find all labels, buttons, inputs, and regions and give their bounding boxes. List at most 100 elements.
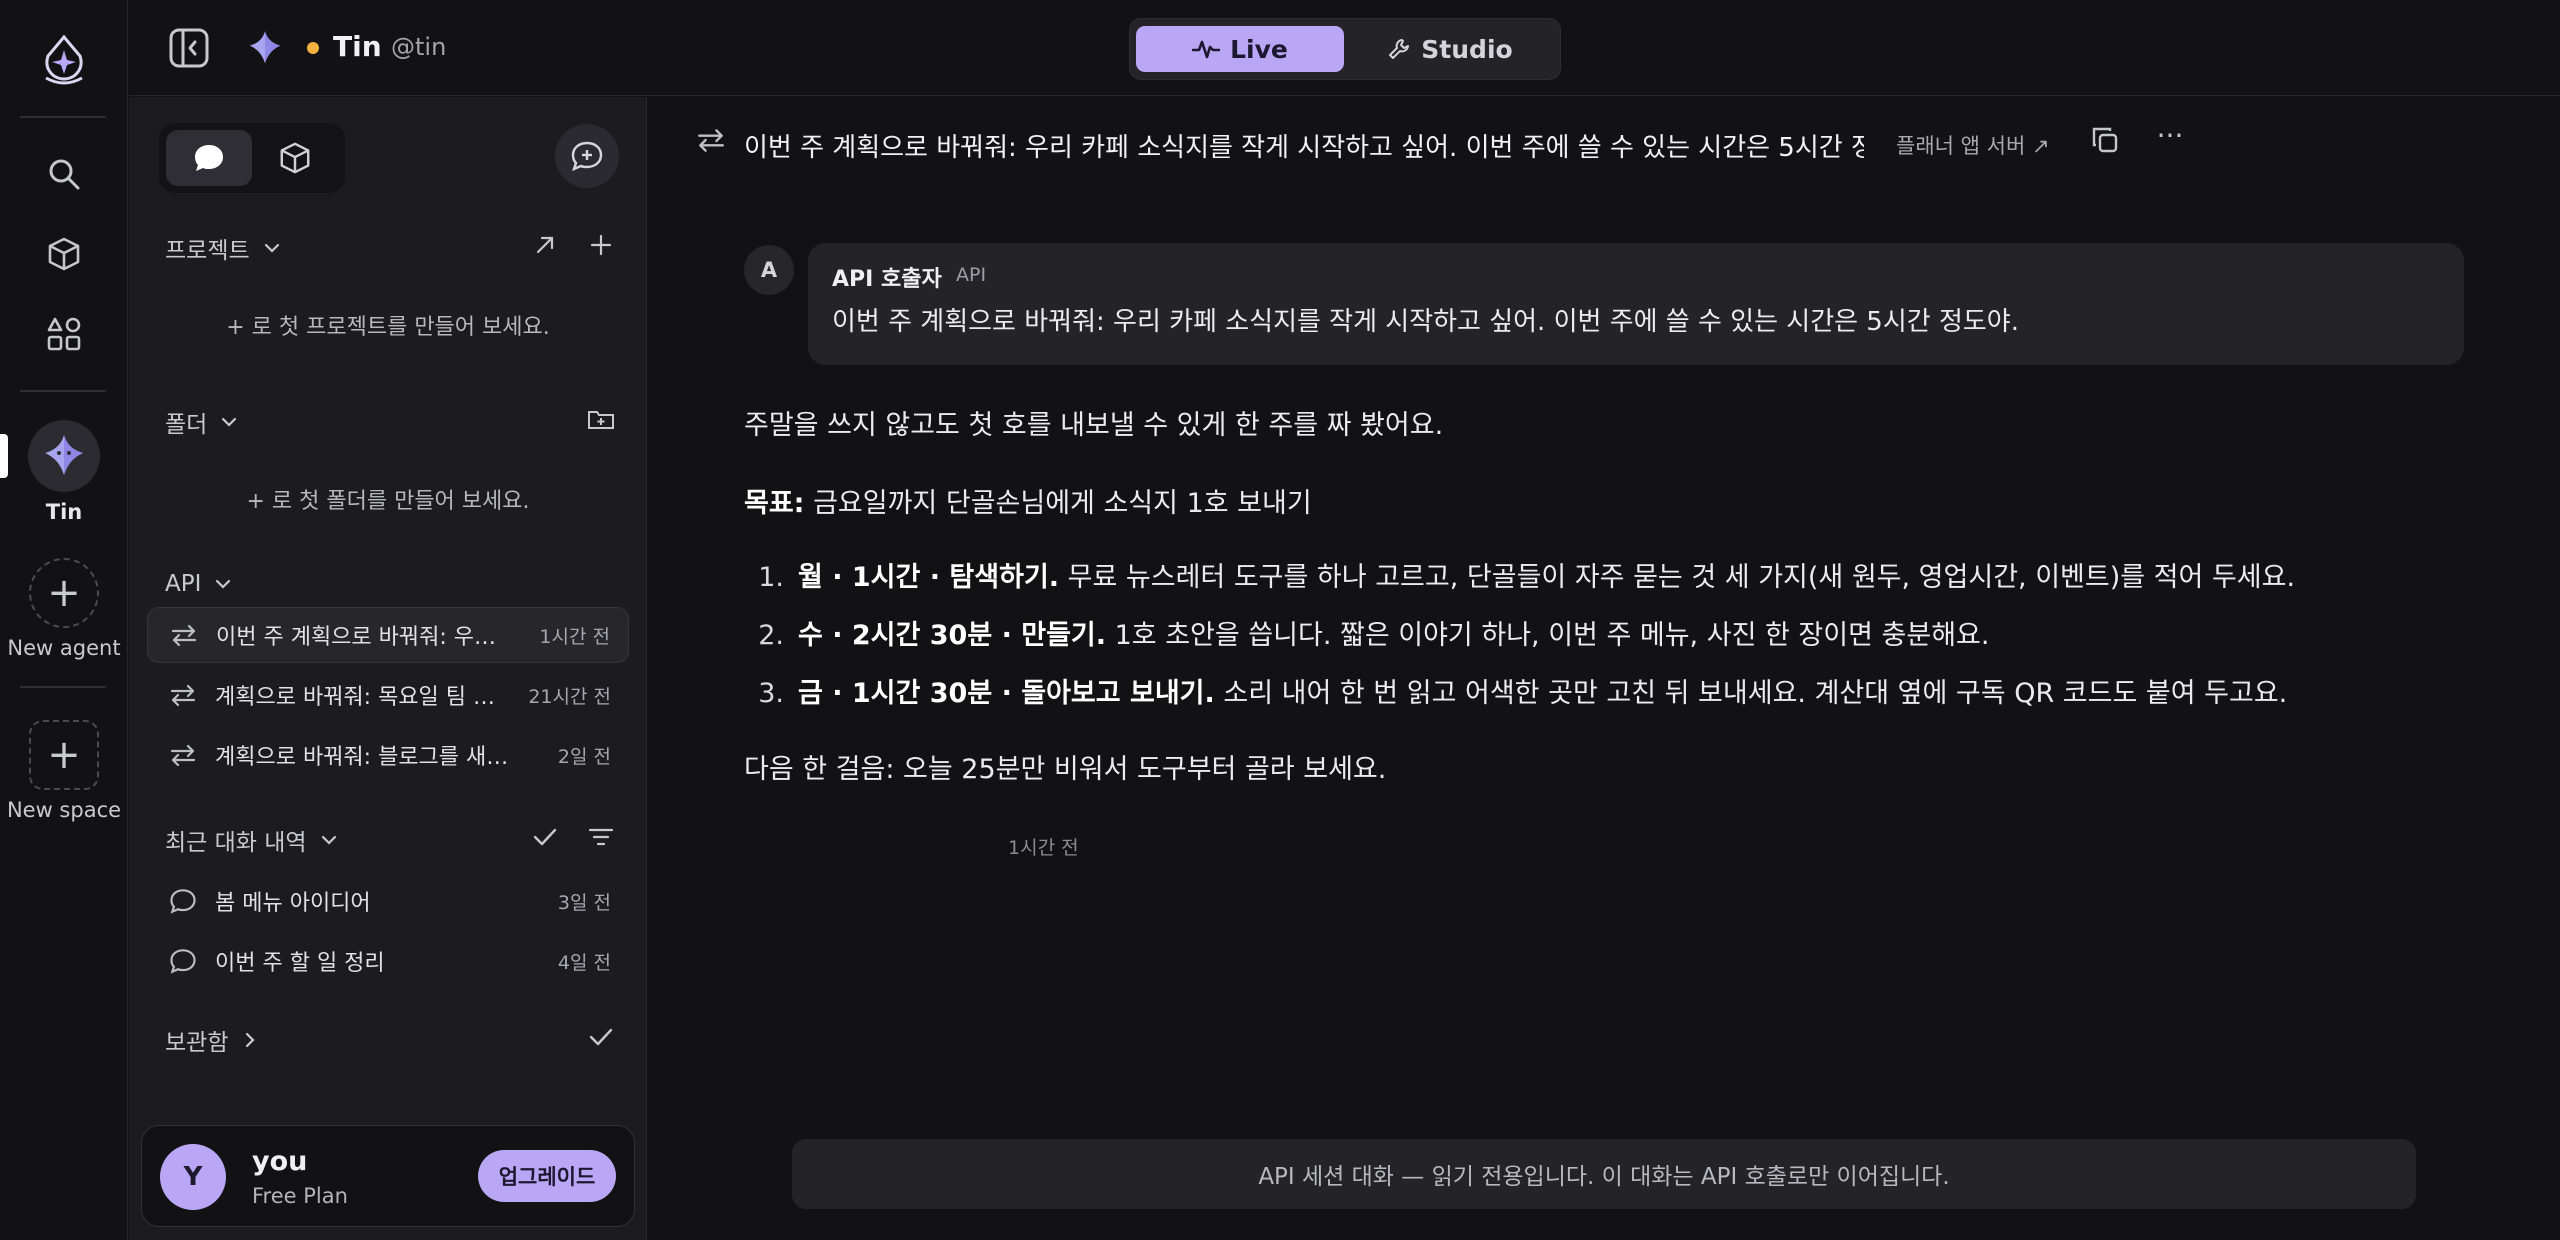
swap-icon <box>696 127 732 163</box>
api-header[interactable]: API <box>165 571 233 597</box>
mode-studio-label: Studio <box>1421 34 1513 64</box>
chevron-down-icon <box>219 412 239 432</box>
conversation-title: 이번 주 할 일 정리 <box>215 951 385 976</box>
filter-icon[interactable] <box>583 819 619 855</box>
step-number: 3. <box>758 678 784 709</box>
folders-empty-hint: + 로 첫 폴더를 만들어 보세요. <box>246 489 530 514</box>
cube-view-button[interactable] <box>252 130 338 186</box>
conversation-time: 1시간 전 <box>539 625 610 648</box>
plus-icon: + <box>47 732 81 778</box>
rail-divider <box>20 686 106 688</box>
step-text: 1호 초안을 씁니다. 짧은 이야기 하나, 이번 주 메뉴, 사진 한 장이면… <box>1106 620 1990 651</box>
sidebar-toggle-icon[interactable] <box>167 26 211 70</box>
chat-view-button[interactable] <box>166 130 252 186</box>
new-agent-label: New agent <box>7 636 121 660</box>
swap-icon <box>165 737 201 773</box>
app-logo-icon[interactable] <box>40 34 88 86</box>
message-body: 이번 주 계획으로 바꿔줘: 우리 카페 소식지를 작게 시작하고 싶어. 이번… <box>832 307 2019 337</box>
avatar: Y <box>160 1144 226 1210</box>
folders-header[interactable]: 폴더 <box>165 405 239 439</box>
sidebar: 프로젝트 + 로 첫 프로젝트를 만들어 보세요. 폴더 + 로 첫 폴더를 만… <box>129 97 647 1240</box>
agent-name: Tin <box>333 30 382 63</box>
recent-conversation-item[interactable]: 이번 주 할 일 정리 4일 전 <box>147 933 629 989</box>
step-head: 금 · 1시간 30분 · 돌아보고 보내기. <box>798 678 1215 709</box>
pulse-icon <box>1192 38 1221 60</box>
chevron-down-icon <box>319 830 339 850</box>
agent-avatar-tin[interactable] <box>28 420 100 492</box>
sidebar-view-toggle <box>159 123 345 193</box>
chevron-down-icon <box>262 238 282 258</box>
step-text: 소리 내어 한 번 읽고 어색한 곳만 고친 뒤 보내세요. 계산대 옆에 구독… <box>1214 678 2288 709</box>
copy-icon[interactable] <box>2090 125 2130 165</box>
reply-intro: 주말을 쓰지 않고도 첫 호를 내보낼 수 있게 한 주를 짜 봤어요. <box>744 410 1444 441</box>
user-card[interactable]: Y you Free Plan 업그레이드 <box>141 1125 635 1227</box>
apps-icon[interactable] <box>40 310 88 358</box>
conversation-time: 21시간 전 <box>528 685 611 708</box>
left-rail: Tin + New agent + New space <box>0 0 128 1240</box>
archive-title: 보관함 <box>165 1030 229 1056</box>
recent-title: 최근 대화 내역 <box>165 830 307 856</box>
step-number: 1. <box>758 562 784 593</box>
user-name: you <box>252 1146 308 1177</box>
upgrade-button[interactable]: 업그레이드 <box>478 1150 616 1202</box>
add-project-icon[interactable] <box>583 227 619 263</box>
projects-header[interactable]: 프로젝트 <box>165 231 282 265</box>
api-conversation-item[interactable]: 이번 주 계획으로 바꿔줘: 우리 카페 소식지를 작게 시작하고 싶어. 1시… <box>147 607 629 663</box>
search-icon[interactable] <box>40 150 88 198</box>
conversation-title: 봄 메뉴 아이디어 <box>215 891 371 916</box>
agent-mini-icon <box>245 28 285 68</box>
readonly-notice: API 세션 대화 — 읽기 전용입니다. 이 대화는 API 호출로만 이어집… <box>792 1139 2416 1209</box>
conversation-time: 4일 전 <box>557 951 611 974</box>
open-projects-icon[interactable] <box>527 227 563 263</box>
select-check-icon[interactable] <box>527 819 563 855</box>
reply-next-step: 다음 한 걸음: 오늘 25분만 비워서 도구부터 골라 보세요. <box>744 754 1387 785</box>
chat-bubble-icon <box>165 943 201 979</box>
recent-header[interactable]: 최근 대화 내역 <box>165 823 339 857</box>
top-bar: Tin @tin Live Studio <box>129 0 2560 96</box>
source-link[interactable]: 플래너 앱 서버 ↗ <box>1896 130 2050 160</box>
chat-title: 이번 주 계획으로 바꿔줘: 우리 카페 소식지를 작게 시작하고 싶어. 이번… <box>744 133 1864 163</box>
mode-live-button[interactable]: Live <box>1136 26 1344 72</box>
caller-avatar: A <box>744 245 794 295</box>
api-conversation-item[interactable]: 계획으로 바꿔줘: 블로그를 새 도메인으로 2일 전 <box>147 727 629 783</box>
chat-panel: 이번 주 계획으로 바꿔줘: 우리 카페 소식지를 작게 시작하고 싶어. 이번… <box>648 97 2560 1240</box>
goal-label: 목표: <box>744 488 805 519</box>
swap-icon <box>165 677 201 713</box>
conversation-title: 계획으로 바꿔줘: 블로그를 새 도메인으로 <box>215 745 515 770</box>
message-tag: API <box>956 264 987 286</box>
new-chat-button[interactable] <box>555 124 619 188</box>
chat-bubble-icon <box>192 141 226 175</box>
agent-handle: @tin <box>391 33 447 61</box>
step-head: 월 · 1시간 · 탐색하기. <box>798 562 1060 593</box>
api-conversation-item[interactable]: 계획으로 바꿔줘: 목요일 팀 워크숍 준비 21시간 전 <box>147 667 629 723</box>
add-folder-icon[interactable] <box>583 401 619 437</box>
message-sender: API 호출자 <box>832 267 942 292</box>
step-number: 2. <box>758 620 784 651</box>
step-head: 수 · 2시간 30분 · 만들기. <box>798 620 1107 651</box>
new-space-button[interactable]: + <box>29 720 99 790</box>
app-root: Tin + New agent + New space Tin @tin Liv… <box>0 0 2560 1240</box>
goal-text: 금요일까지 단골손님에게 소식지 1호 보내기 <box>804 488 1312 519</box>
new-agent-button[interactable]: + <box>29 558 99 628</box>
plan-step: 1. 월 · 1시간 · 탐색하기. 무료 뉴스레터 도구를 하나 고르고, 단골… <box>744 555 2295 594</box>
conversation-time: 3일 전 <box>557 891 611 914</box>
plus-icon: + <box>47 570 81 616</box>
mode-switch: Live Studio <box>1129 18 1561 80</box>
mode-studio-button[interactable]: Studio <box>1344 26 1556 72</box>
folders-title: 폴더 <box>165 412 208 438</box>
projects-title: 프로젝트 <box>165 238 250 264</box>
active-agent-indicator <box>0 434 8 478</box>
cube-icon <box>278 141 312 175</box>
chevron-right-icon <box>240 1030 260 1050</box>
recent-conversation-item[interactable]: 봄 메뉴 아이디어 3일 전 <box>147 873 629 929</box>
cube-icon[interactable] <box>40 230 88 278</box>
archive-header[interactable]: 보관함 <box>165 1023 260 1057</box>
reply-timestamp: 1시간 전 <box>1008 837 1079 859</box>
conversation-title: 계획으로 바꿔줘: 목요일 팀 워크숍 준비 <box>215 685 515 710</box>
rail-divider <box>20 116 106 118</box>
archive-check-icon[interactable] <box>583 1019 619 1055</box>
conversation-time: 2일 전 <box>557 745 611 768</box>
swap-icon <box>166 617 202 653</box>
status-dot <box>307 42 319 54</box>
more-options-icon[interactable]: ··· <box>2150 119 2190 159</box>
